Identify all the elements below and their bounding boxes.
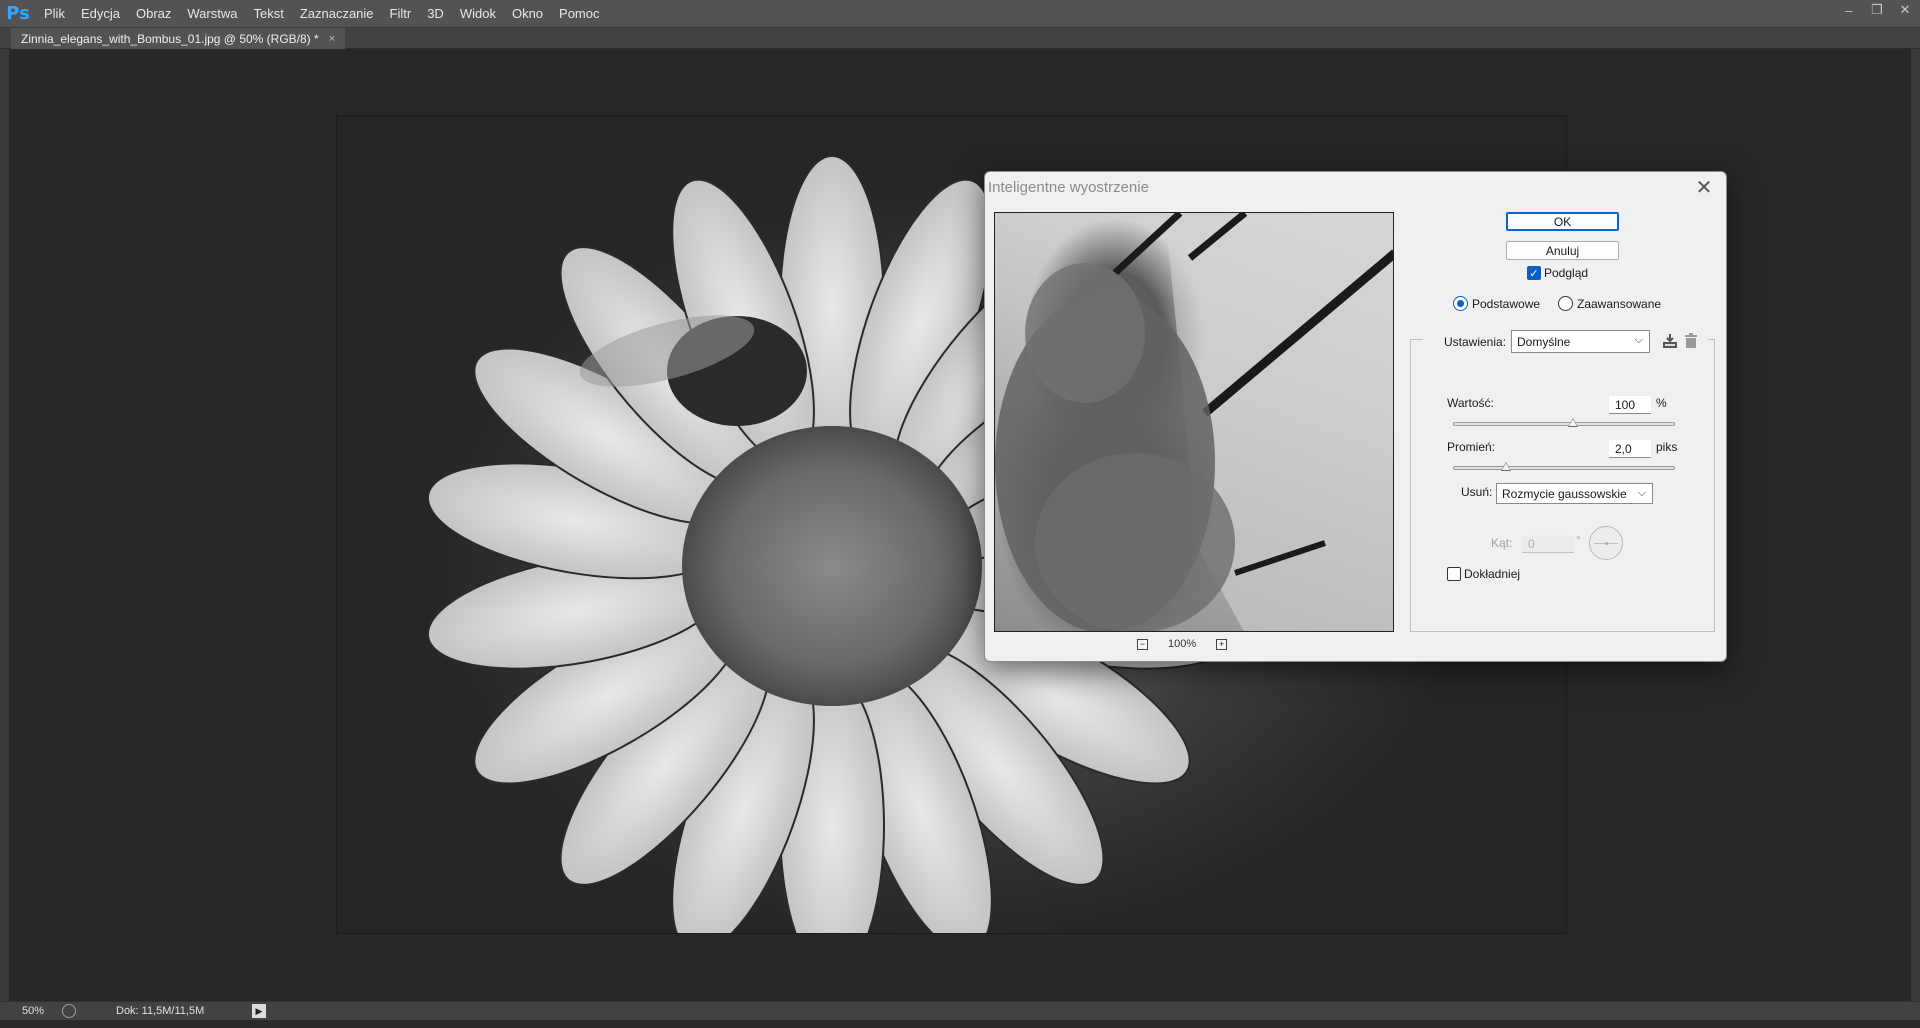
settings-preset-select[interactable]: Domyślne ⌵ (1511, 330, 1650, 353)
menu-item-plik[interactable]: Plik (36, 0, 73, 28)
menu-item-3d[interactable]: 3D (419, 0, 452, 28)
mode-basic-radio[interactable]: Podstawowe (1453, 296, 1540, 311)
settings-preset-value: Domyślne (1517, 334, 1571, 349)
window-controls: – ❐ ✕ (1842, 0, 1912, 20)
mode-advanced-label: Zaawansowane (1577, 296, 1662, 311)
bottom-strip (0, 1020, 1920, 1028)
document-tab-bar: Zinnia_elegans_with_Bombus_01.jpg @ 50% … (0, 28, 1920, 49)
chevron-down-icon: ⌵ (1634, 334, 1643, 346)
preview-checkbox-box[interactable]: ✓ (1527, 266, 1541, 280)
tab-close-icon[interactable]: × (329, 33, 335, 45)
menu-item-edycja[interactable]: Edycja (73, 0, 128, 28)
settings-label: Ustawienia: (1444, 335, 1507, 349)
preview-checkbox[interactable]: ✓ Podgląd (1527, 266, 1588, 280)
remove-label: Usuń: (1461, 485, 1493, 499)
ok-button[interactable]: OK (1506, 212, 1619, 231)
document-tab[interactable]: Zinnia_elegans_with_Bombus_01.jpg @ 50% … (11, 28, 346, 49)
menu-item-tekst[interactable]: Tekst (245, 0, 291, 28)
left-panel-edge (0, 49, 9, 1001)
menu-item-filtr[interactable]: Filtr (382, 0, 420, 28)
radius-label: Promień: (1447, 440, 1496, 454)
radius-unit: piks (1656, 440, 1678, 454)
delete-preset-icon[interactable] (1682, 332, 1700, 350)
save-preset-icon[interactable] (1661, 332, 1679, 350)
mode-advanced-radio-dot[interactable] (1558, 296, 1573, 311)
dialog-close-icon[interactable]: ✕ (1692, 176, 1716, 200)
mode-basic-radio-dot[interactable] (1453, 296, 1468, 311)
menu-bar: Ps Plik Edycja Obraz Warstwa Tekst Zaznaczani… (0, 0, 1920, 28)
amount-slider-thumb[interactable] (1567, 418, 1578, 427)
remove-blur-value: Rozmycie gaussowskie (1502, 486, 1627, 501)
preview-pane[interactable] (994, 212, 1394, 632)
amount-label: Wartość: (1447, 396, 1494, 410)
menu-item-zaznaczanie[interactable]: Zaznaczanie (292, 0, 382, 28)
menu-items: Plik Edycja Obraz Warstwa Tekst Zaznaczanie Fi… (36, 0, 608, 28)
chevron-down-icon: ⌵ (1637, 487, 1646, 499)
zoom-in-icon[interactable]: + (1216, 638, 1228, 650)
document-size: Dok: 11,5M/11,5M (116, 1005, 205, 1017)
close-icon[interactable]: ✕ (1898, 2, 1912, 18)
status-info-icon[interactable] (62, 1004, 76, 1018)
angle-unit: ° (1576, 533, 1581, 547)
document-tab-title: Zinnia_elegans_with_Bombus_01.jpg @ 50% … (21, 31, 319, 46)
angle-input: 0 (1522, 535, 1574, 553)
radius-slider-track[interactable] (1453, 466, 1675, 470)
more-accurate-checkbox[interactable]: Dokładniej (1447, 567, 1520, 581)
amount-slider-track[interactable] (1453, 422, 1675, 426)
angle-label: Kąt: (1491, 536, 1513, 550)
menu-item-warstwa[interactable]: Warstwa (179, 0, 245, 28)
mode-advanced-radio[interactable]: Zaawansowane (1558, 296, 1661, 311)
dialog-title: Inteligentne wyostrzenie (988, 179, 1149, 196)
preview-checkbox-label: Podgląd (1544, 266, 1589, 280)
minimize-icon[interactable]: – (1842, 3, 1856, 18)
cancel-button[interactable]: Anuluj (1506, 241, 1619, 260)
amount-input[interactable]: 100 (1609, 396, 1651, 414)
menu-item-widok[interactable]: Widok (452, 0, 504, 28)
more-accurate-label: Dokładniej (1464, 567, 1521, 581)
status-bar: 50% Dok: 11,5M/11,5M ▶ (0, 1001, 1920, 1020)
menu-item-okno[interactable]: Okno (504, 0, 551, 28)
smart-sharpen-dialog: Inteligentne wyostrzenie ✕ − 100% + OK A… (984, 171, 1727, 662)
angle-dial (1589, 526, 1623, 560)
amount-unit: % (1656, 396, 1667, 410)
preview-image (995, 213, 1393, 631)
remove-blur-select[interactable]: Rozmycie gaussowskie ⌵ (1496, 483, 1653, 504)
status-menu-arrow-icon[interactable]: ▶ (252, 1004, 266, 1018)
restore-icon[interactable]: ❐ (1870, 2, 1884, 18)
radius-input[interactable]: 2,0 (1609, 440, 1651, 458)
right-panel-edge (1911, 49, 1920, 1001)
menu-item-obraz[interactable]: Obraz (128, 0, 179, 28)
preview-zoom-controls: − 100% + (1137, 638, 1228, 650)
photoshop-logo: Ps (6, 3, 30, 24)
menu-item-pomoc[interactable]: Pomoc (551, 0, 607, 28)
zoom-level[interactable]: 50% (0, 1005, 58, 1017)
preview-zoom-value: 100% (1168, 638, 1197, 650)
zoom-out-icon[interactable]: − (1137, 638, 1148, 650)
mode-basic-label: Podstawowe (1472, 296, 1541, 311)
more-accurate-checkbox-box[interactable] (1447, 567, 1461, 581)
radius-slider-thumb[interactable] (1501, 462, 1512, 471)
